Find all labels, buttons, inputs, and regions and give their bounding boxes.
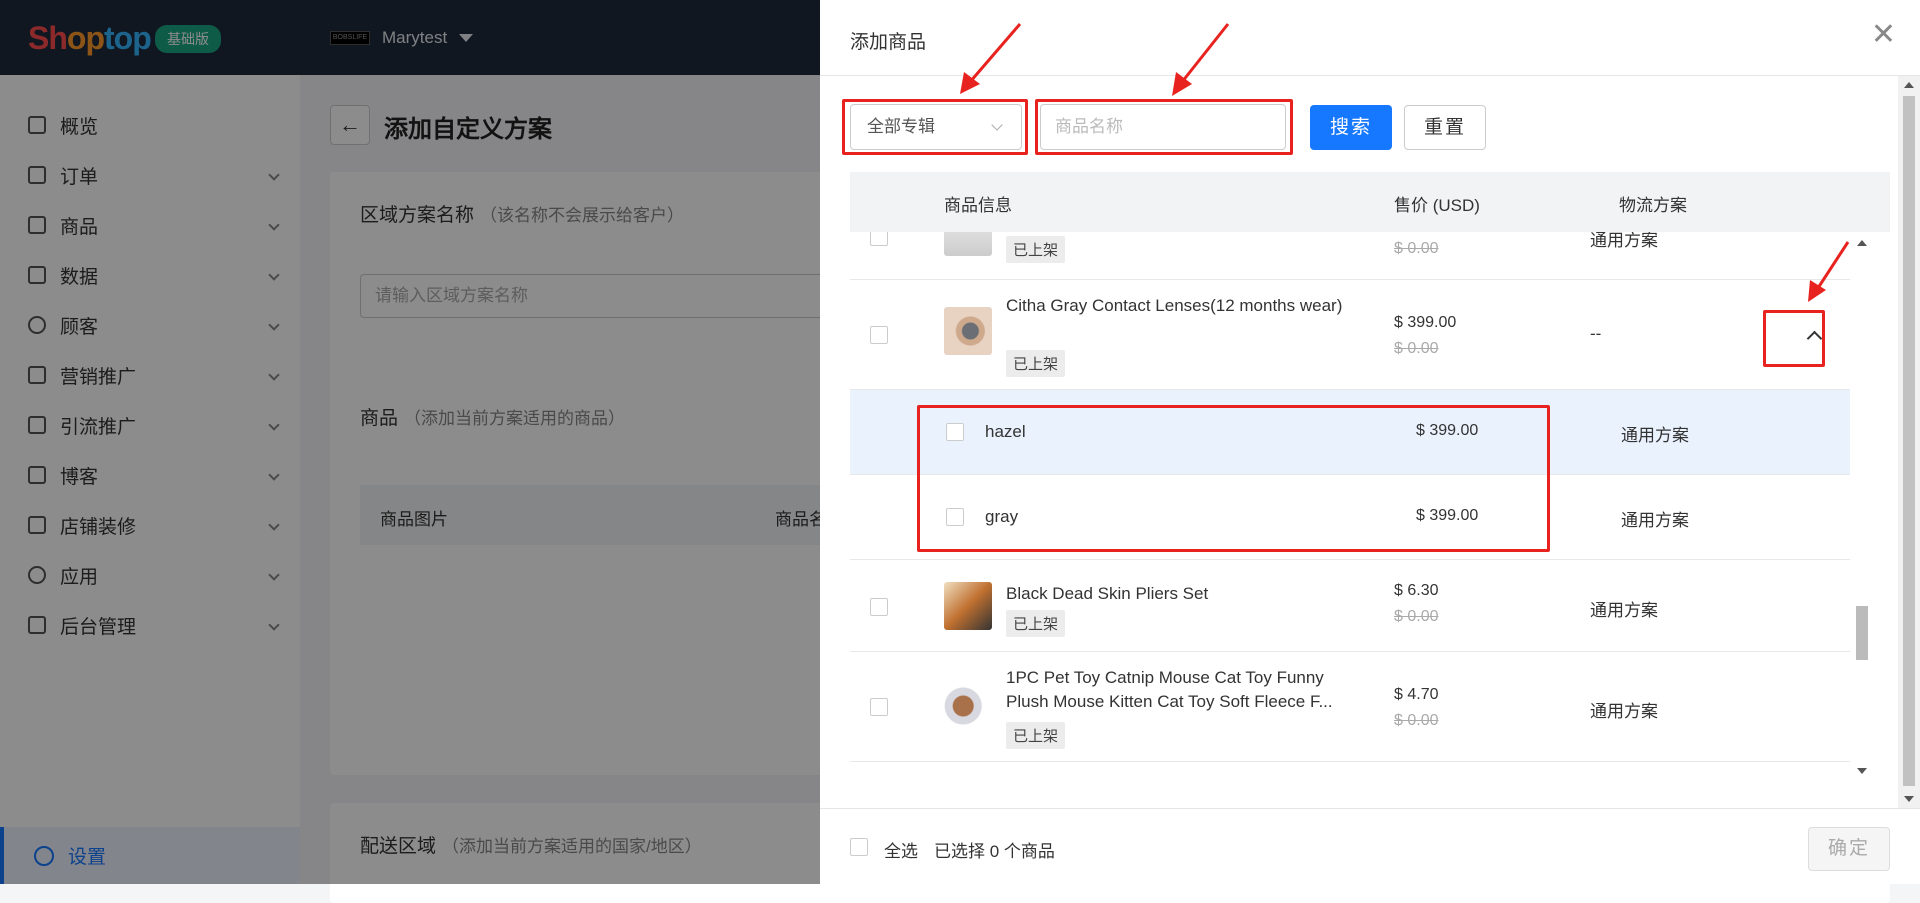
shipping-plan: 通用方案 [1590, 232, 1658, 250]
scroll-up-icon [1857, 240, 1867, 246]
status-badge: 已上架 [1006, 722, 1066, 749]
product-name: Black Dead Skin Pliers Set [1006, 584, 1209, 603]
product-thumbnail [944, 682, 992, 730]
reset-button[interactable]: 重置 [1404, 105, 1486, 150]
variant-shipping: 通用方案 [1621, 511, 1689, 530]
table-scrollbar[interactable] [1852, 232, 1870, 780]
annotation-box-select [842, 99, 1028, 155]
annotation-box-search [1035, 99, 1293, 155]
original-price: $ 0.00 [1394, 340, 1439, 357]
select-all-label[interactable]: 全选 [884, 837, 918, 862]
table-row: 已上架 $ 0.00 通用方案 [850, 232, 1850, 280]
product-name: Citha Gray Contact Lenses(12 months wear… [1006, 296, 1343, 315]
status-badge: 已上架 [1006, 236, 1066, 263]
col-shipping: 物流方案 [1619, 196, 1687, 215]
table-row: Black Dead Skin Pliers Set 已上架 $ 6.30 $ … [850, 560, 1850, 652]
product-thumbnail [944, 582, 992, 630]
annotation-box-expand [1763, 310, 1825, 367]
row-checkbox[interactable] [870, 326, 888, 344]
product-price: $ 4.70 [1394, 686, 1439, 703]
product-thumbnail [944, 232, 992, 256]
row-checkbox[interactable] [870, 232, 888, 246]
col-product-info: 商品信息 [944, 196, 1012, 215]
status-badge: 已上架 [1006, 610, 1066, 637]
annotation-arrow [960, 23, 1022, 94]
status-badge: 已上架 [1006, 350, 1066, 377]
selected-count: 已选择 0 个商品 [934, 842, 1055, 861]
scroll-down-icon [1904, 796, 1914, 802]
confirm-button[interactable]: 确定 [1808, 827, 1890, 871]
close-icon[interactable]: ✕ [1871, 20, 1896, 50]
scroll-down-icon [1857, 768, 1867, 774]
original-price: $ 0.00 [1394, 240, 1439, 257]
variant-shipping: 通用方案 [1621, 426, 1689, 445]
scroll-thumb[interactable] [1856, 606, 1868, 660]
annotation-arrow [1172, 23, 1230, 96]
product-table-header: 商品信息 售价 (USD) 物流方案 [850, 172, 1890, 232]
scroll-thumb[interactable] [1903, 96, 1915, 786]
original-price: $ 0.00 [1394, 712, 1439, 729]
product-name: 1PC Pet Toy Catnip Mouse Cat Toy Funny P… [1006, 668, 1333, 711]
annotation-arrow [1808, 241, 1850, 302]
search-button[interactable]: 搜索 [1310, 105, 1392, 150]
col-price: 售价 (USD) [1394, 196, 1480, 215]
add-product-drawer: 添加商品 ✕ 全部专辑 商品名称 搜索 重置 商品信息 售价 (USD) 物流方… [820, 0, 1920, 884]
original-price: $ 0.00 [1394, 608, 1439, 625]
row-checkbox[interactable] [870, 698, 888, 716]
row-checkbox[interactable] [870, 598, 888, 616]
drawer-title: 添加商品 [850, 32, 927, 53]
product-price: $ 6.30 [1394, 582, 1439, 599]
shipping-plan: -- [1590, 324, 1602, 343]
scroll-up-icon [1904, 82, 1914, 88]
table-row: 1PC Pet Toy Catnip Mouse Cat Toy Funny P… [850, 652, 1850, 762]
shipping-plan: 通用方案 [1590, 702, 1658, 721]
product-price: $ 399.00 [1394, 314, 1457, 331]
table-row: Citha Gray Contact Lenses(12 months wear… [850, 280, 1850, 390]
drawer-footer: 全选 已选择 0 个商品 确定 [820, 808, 1920, 884]
annotation-box-variants [917, 405, 1550, 552]
shipping-plan: 通用方案 [1590, 601, 1658, 620]
select-all-checkbox[interactable] [850, 838, 868, 856]
product-thumbnail [944, 307, 992, 355]
drawer-scrollbar[interactable] [1898, 76, 1920, 808]
